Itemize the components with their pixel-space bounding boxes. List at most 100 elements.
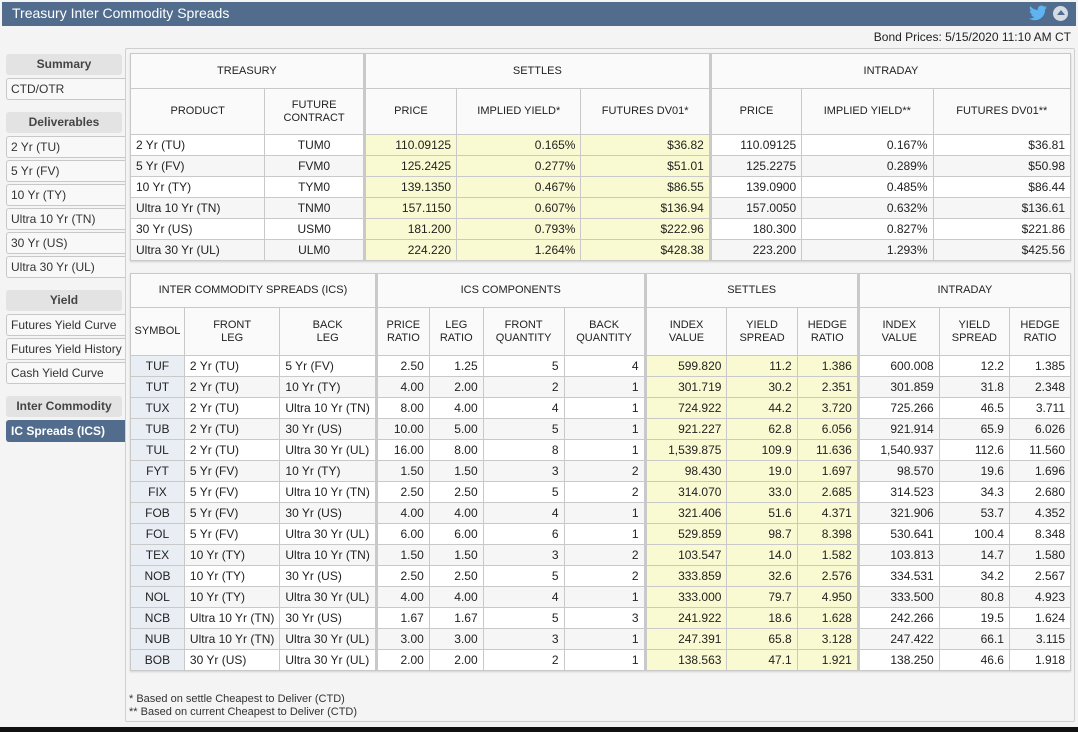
intraday-spread-cell: 19.6 — [938, 460, 1010, 482]
front-leg-cell: 10 Yr (TY) — [183, 565, 281, 587]
sidebar-item-ic-spreads-ics[interactable]: IC Spreads (ICS) — [6, 420, 126, 442]
front-quantity-cell: 4 — [482, 586, 565, 608]
settle-spread-cell: 18.6 — [726, 607, 798, 629]
sidebar-item-ultra-10-yr-tn[interactable]: Ultra 10 Yr (TN) — [6, 208, 126, 230]
settle-dv01-cell: $428.38 — [580, 239, 711, 261]
table-row: TUF 2 Yr (TU) 5 Yr (FV) 2.50 1.25 5 4 599.820 11… — [130, 355, 1072, 377]
price-ratio-cell: 1.50 — [374, 460, 430, 482]
col-settle-hedge-ratio: HEDGE RATIO — [796, 307, 859, 356]
settle-yield-cell: 0.467% — [456, 176, 582, 198]
sidebar-item-30-yr-us[interactable]: 30 Yr (US) — [6, 232, 126, 254]
back-leg-cell: Ultra 30 Yr (UL) — [279, 628, 377, 650]
back-quantity-cell: 2 — [563, 481, 646, 503]
product-cell: Ultra 30 Yr (UL) — [129, 239, 266, 261]
col-intraday-hedge-ratio: HEDGE RATIO — [1008, 307, 1072, 356]
settle-spread-cell: 44.2 — [726, 397, 798, 419]
price-ratio-cell: 2.00 — [374, 649, 430, 671]
intraday-yield-cell: 0.167% — [801, 134, 934, 156]
front-quantity-cell: 3 — [482, 460, 565, 482]
table-row: 5 Yr (FV) FVM0 125.2425 0.277% $51.01 125.227… — [129, 155, 1072, 177]
sidebar-section-header: Inter Commodity — [6, 396, 122, 417]
settle-hedge-cell: 11.636 — [796, 439, 859, 461]
sidebar-section-header: Summary — [6, 54, 122, 75]
symbol-cell: NUB — [130, 628, 185, 650]
settle-hedge-cell: 4.950 — [796, 586, 859, 608]
bond-prices-timestamp: Bond Prices: 5/15/2020 11:10 AM CT — [873, 30, 1071, 44]
twitter-icon[interactable] — [1029, 5, 1047, 21]
settle-index-cell: 98.430 — [643, 460, 728, 482]
settle-yield-cell: 1.264% — [456, 239, 582, 261]
table-row: FOL 5 Yr (FV) Ultra 30 Yr (UL) 6.00 6.00 6 1 52… — [130, 523, 1072, 545]
col-intraday-futures-dv01: FUTURES DV01** — [932, 88, 1072, 135]
footnote-settle: * Based on settle Cheapest to Deliver (C… — [129, 693, 345, 705]
intraday-price-cell: 110.09125 — [708, 134, 803, 156]
sidebar-item-cash-yield-curve[interactable]: Cash Yield Curve — [6, 362, 126, 384]
intraday-hedge-cell: 1.918 — [1008, 649, 1072, 671]
col-intraday-implied-yield: IMPLIED YIELD** — [801, 88, 934, 135]
intraday-price-cell: 180.300 — [708, 218, 803, 240]
back-leg-cell: Ultra 30 Yr (UL) — [279, 439, 377, 461]
product-cell: 10 Yr (TY) — [129, 176, 266, 198]
back-quantity-cell: 3 — [563, 607, 646, 629]
sidebar-section-header: Yield — [6, 290, 122, 311]
sidebar-item-10-yr-ty[interactable]: 10 Yr (TY) — [6, 184, 126, 206]
symbol-cell: TUL — [130, 439, 185, 461]
intraday-index-cell: 530.641 — [856, 523, 940, 545]
front-quantity-cell: 2 — [482, 649, 565, 671]
sidebar-item-5-yr-fv[interactable]: 5 Yr (FV) — [6, 160, 126, 182]
intraday-index-cell: 1,540.937 — [856, 439, 940, 461]
settle-spread-cell: 109.9 — [726, 439, 798, 461]
table-row: TEX 10 Yr (TY) Ultra 10 Yr (TN) 1.50 1.50 3 2 1… — [130, 544, 1072, 566]
settle-hedge-cell: 4.371 — [796, 502, 859, 524]
front-quantity-cell: 4 — [482, 502, 565, 524]
sidebar-item-ctd-otr[interactable]: CTD/OTR — [6, 78, 126, 100]
front-quantity-cell: 5 — [482, 607, 565, 629]
settle-hedge-cell: 3.128 — [796, 628, 859, 650]
settle-yield-cell: 0.277% — [456, 155, 582, 177]
intraday-yield-cell: 0.485% — [801, 176, 934, 198]
intraday-hedge-cell: 3.711 — [1008, 397, 1072, 419]
title-bar: Treasury Inter Commodity Spreads — [2, 2, 1076, 26]
intraday-hedge-cell: 1.624 — [1008, 607, 1072, 629]
settle-hedge-cell: 1.582 — [796, 544, 859, 566]
settle-price-cell: 157.1150 — [362, 197, 458, 219]
intraday-hedge-cell: 1.385 — [1008, 355, 1072, 377]
leg-ratio-cell: 2.50 — [428, 565, 484, 587]
intraday-price-cell: 139.0900 — [708, 176, 803, 198]
back-quantity-cell: 1 — [563, 628, 646, 650]
sidebar-item-ultra-30-yr-ul[interactable]: Ultra 30 Yr (UL) — [6, 256, 126, 278]
intraday-spread-cell: 12.2 — [938, 355, 1010, 377]
ics-table: INTER COMMODITY SPREADS (ICS) ICS COMPON… — [130, 273, 1072, 671]
collapse-icon[interactable] — [1053, 5, 1068, 21]
intraday-dv01-cell: $86.44 — [932, 176, 1072, 198]
settle-price-cell: 139.1350 — [362, 176, 458, 198]
front-leg-cell: Ultra 10 Yr (TN) — [183, 607, 281, 629]
settle-hedge-cell: 1.628 — [796, 607, 859, 629]
settle-spread-cell: 65.8 — [726, 628, 798, 650]
table-row: TUT 2 Yr (TU) 10 Yr (TY) 4.00 2.00 2 1 301.719 3… — [130, 376, 1072, 398]
back-quantity-cell: 1 — [563, 439, 646, 461]
settle-hedge-cell: 1.697 — [796, 460, 859, 482]
window-bottom-edge — [0, 727, 1078, 732]
settle-index-cell: 333.859 — [643, 565, 728, 587]
table-row: NUB Ultra 10 Yr (TN) Ultra 30 Yr (UL) 3.00 3… — [130, 628, 1072, 650]
settle-yield-cell: 0.607% — [456, 197, 582, 219]
group-treasury: TREASURY — [130, 53, 365, 89]
intraday-dv01-cell: $136.61 — [932, 197, 1072, 219]
sidebar-item-futures-yield-curve[interactable]: Futures Yield Curve — [6, 314, 126, 336]
col-price-ratio: PRICE RATIO — [374, 307, 430, 356]
settle-index-cell: 247.391 — [643, 628, 728, 650]
sidebar-item-2-yr-tu[interactable]: 2 Yr (TU) — [6, 136, 126, 158]
symbol-cell: TUB — [130, 418, 185, 440]
price-ratio-cell: 4.00 — [374, 586, 430, 608]
front-leg-cell: 2 Yr (TU) — [183, 355, 281, 377]
sidebar-item-futures-yield-history[interactable]: Futures Yield History — [6, 338, 126, 360]
price-ratio-cell: 16.00 — [374, 439, 430, 461]
col-back-quantity: BACK QUANTITY — [563, 307, 646, 356]
settle-index-cell: 103.547 — [643, 544, 728, 566]
intraday-price-cell: 157.0050 — [708, 197, 803, 219]
sidebar-section-header: Deliverables — [6, 112, 122, 133]
price-ratio-cell: 8.00 — [374, 397, 430, 419]
front-quantity-cell: 3 — [482, 628, 565, 650]
